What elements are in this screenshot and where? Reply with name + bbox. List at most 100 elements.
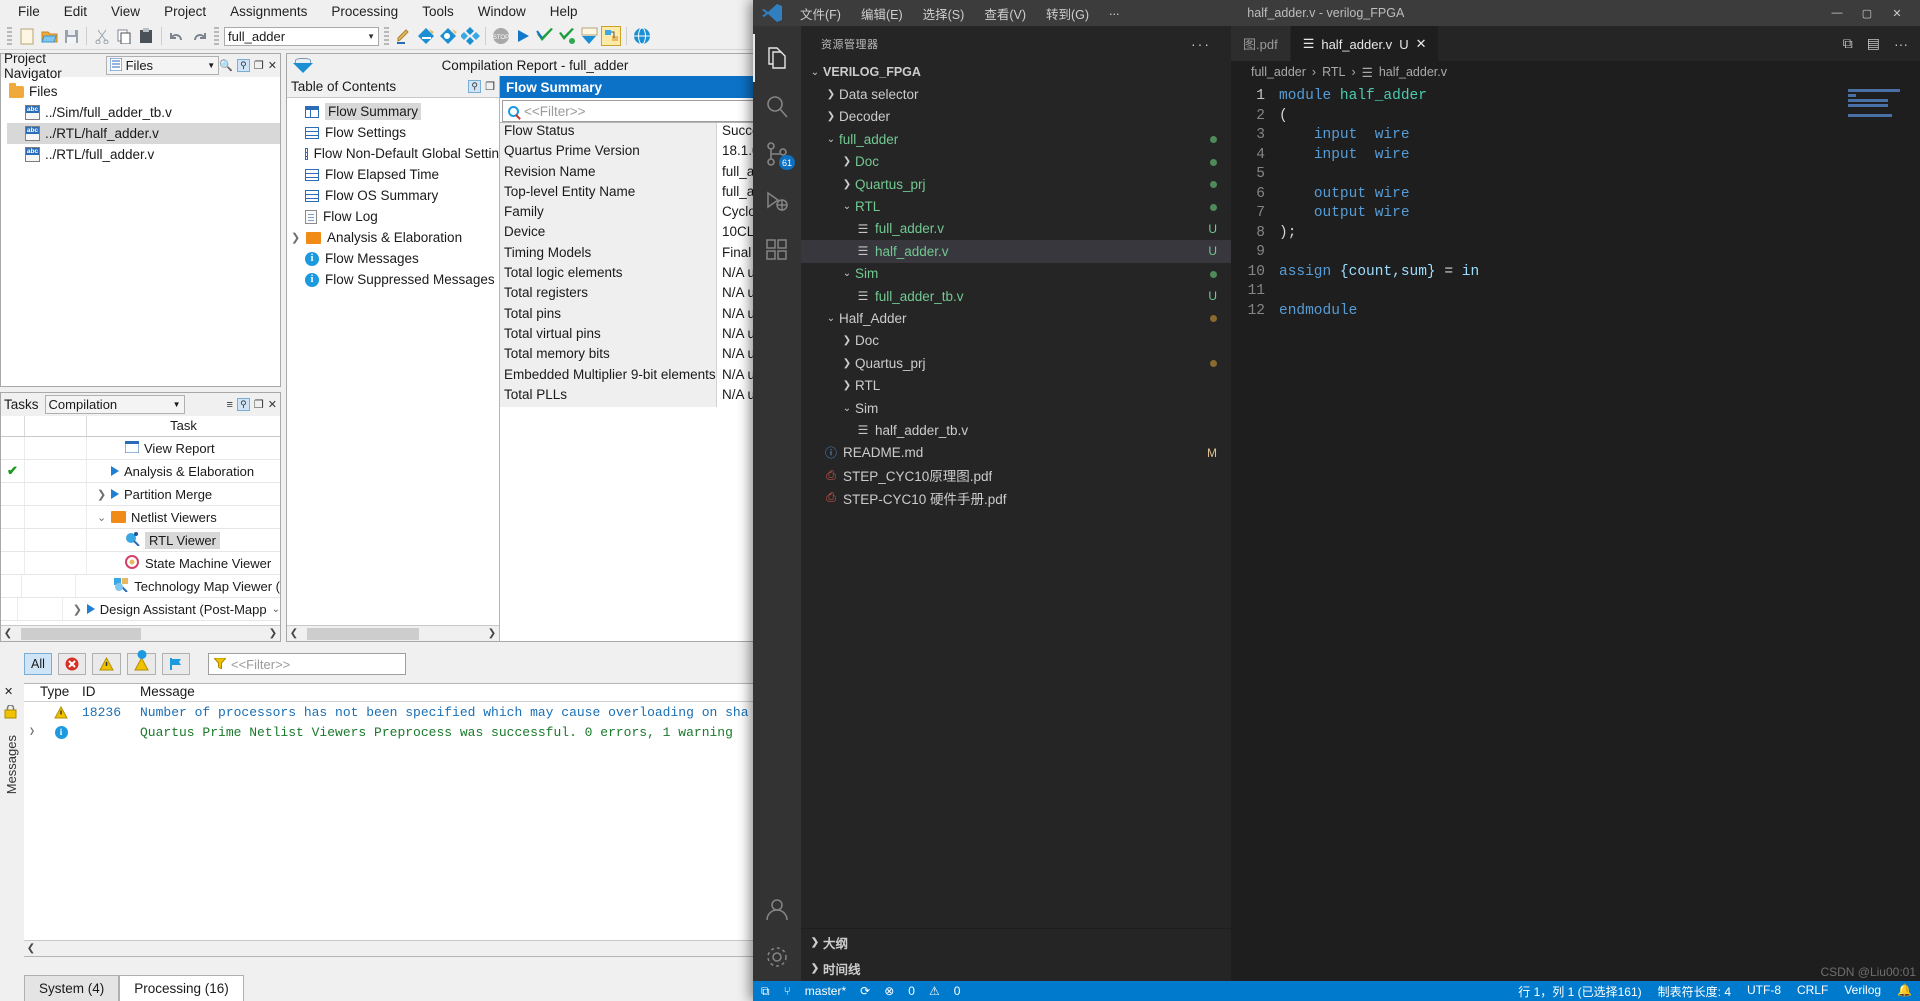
explorer-folder-rtl[interactable]: ⌄ RTL	[801, 195, 1231, 217]
explorer-folder-decoder[interactable]: ❯ Decoder	[801, 106, 1231, 128]
explorer-folder-doc[interactable]: ❯ Doc	[801, 151, 1231, 173]
encoding[interactable]: UTF-8	[1747, 983, 1781, 1000]
explorer-file-hardware-manual-pdf[interactable]: ⎙ STEP-CYC10 硬件手册.pdf	[801, 486, 1231, 508]
close-icon[interactable]: ✕	[268, 398, 277, 411]
chevron-down-icon[interactable]: ⌄	[823, 134, 839, 145]
menu-edit-cn[interactable]: 编辑(E)	[852, 2, 912, 25]
git-branch-label[interactable]: master*	[805, 984, 846, 998]
scroll-right-icon[interactable]: ❯	[485, 628, 499, 639]
pin-icon[interactable]: ⚲	[468, 80, 482, 93]
toc-item-flow-non-default-global-settings[interactable]: Flow Non-Default Global Settin	[287, 143, 499, 164]
menu-file-cn[interactable]: 文件(F)	[791, 2, 850, 25]
toolbar-grip-3[interactable]	[384, 27, 389, 45]
open-folder-icon[interactable]	[39, 26, 59, 46]
start-analysis-elaboration-icon[interactable]	[557, 26, 577, 46]
close-icon[interactable]: ✕	[1416, 36, 1427, 52]
source-control-icon[interactable]: 61	[753, 130, 801, 178]
maximize-icon[interactable]: ❐	[485, 80, 495, 93]
rtl-viewer-icon[interactable]	[601, 26, 621, 46]
chevron-right-icon[interactable]: ❯	[97, 488, 106, 501]
toc-item-flow-log[interactable]: Flow Log	[287, 206, 499, 227]
explorer-file-schematic-pdf[interactable]: ⎙ STEP_CYC10原理图.pdf	[801, 464, 1231, 486]
pin-icon[interactable]: ⚲	[236, 59, 250, 72]
toolbar-grip-2[interactable]	[214, 27, 219, 45]
explorer-folder-half-adder[interactable]: ⌄ Half_Adder	[801, 307, 1231, 329]
chevron-down-icon[interactable]: ⌄	[839, 403, 855, 414]
list-icon[interactable]: ≡	[226, 399, 232, 411]
problems-count[interactable]: 0	[908, 984, 915, 998]
task-row[interactable]: ❯ Partition Merge	[1, 483, 280, 506]
task-row[interactable]: View Report	[1, 437, 280, 460]
maximize-icon[interactable]: ❐	[254, 398, 264, 411]
scroll-left-icon[interactable]: ❮	[287, 628, 301, 639]
project-file-item[interactable]: ../RTL/full_adder.v	[7, 144, 280, 165]
task-row-selected[interactable]: RTL Viewer	[1, 529, 280, 552]
warnings-icon[interactable]: ⚠	[929, 984, 940, 998]
breadcrumb-item-2[interactable]: half_adder.v	[1379, 65, 1447, 79]
project-file-item-selected[interactable]: ../RTL/half_adder.v	[7, 123, 280, 144]
explorer-folder-quartus-prj-2[interactable]: ❯ Quartus_prj	[801, 352, 1231, 374]
chevron-down-icon[interactable]: ⌄	[839, 268, 855, 279]
chevron-right-icon[interactable]: ❯	[823, 89, 839, 100]
code-text[interactable]: module half_adder ( input wire input wire…	[1275, 83, 1920, 981]
stop-icon[interactable]: STOP	[491, 26, 511, 46]
scroll-down-icon[interactable]: ⌄	[272, 604, 280, 615]
settings-pencil-icon[interactable]	[394, 26, 414, 46]
close-icon[interactable]: ✕	[4, 685, 13, 698]
explorer-folder-doc-2[interactable]: ❯ Doc	[801, 330, 1231, 352]
menu-processing[interactable]: Processing	[319, 2, 410, 21]
paste-icon[interactable]	[136, 26, 156, 46]
menu-window[interactable]: Window	[466, 2, 538, 21]
assignment-editor-icon[interactable]	[416, 26, 436, 46]
task-row[interactable]: ✔ Analysis & Elaboration	[1, 460, 280, 483]
menu-file[interactable]: File	[6, 2, 52, 21]
analysis-synthesis-icon[interactable]	[535, 26, 555, 46]
explorer-folder-data-selector[interactable]: ❯ Data selector	[801, 83, 1231, 105]
minimize-icon[interactable]: —	[1822, 7, 1852, 20]
close-icon[interactable]: ✕	[268, 59, 277, 72]
tab-size[interactable]: 制表符长度: 4	[1658, 983, 1731, 1000]
toolbar-grip[interactable]	[7, 27, 12, 45]
chevron-down-icon[interactable]: ⌄	[97, 511, 106, 524]
chevron-right-icon[interactable]: ❯	[839, 358, 855, 369]
toc-item-flow-settings[interactable]: Flow Settings	[287, 122, 499, 143]
start-compilation-icon[interactable]	[513, 26, 533, 46]
toc-item-flow-summary[interactable]: Flow Summary	[287, 101, 499, 122]
tasks-hscrollbar[interactable]: ❮ ❯	[1, 625, 280, 641]
more-actions-icon[interactable]: ···	[1894, 36, 1908, 52]
editor-vscrollbar[interactable]	[1906, 83, 1920, 981]
menu-overflow[interactable]: ...	[1100, 2, 1128, 25]
programmer-icon[interactable]	[579, 26, 599, 46]
outline-section[interactable]: ❯ 大纲	[801, 929, 1231, 955]
cursor-position[interactable]: 行 1，列 1 (已选择161)	[1518, 983, 1641, 1000]
toc-item-analysis-elaboration[interactable]: ❯ Analysis & Elaboration	[287, 227, 499, 248]
problems-icon[interactable]: ⊗	[884, 984, 894, 998]
editor-tab-half-adder-v[interactable]: ☰ half_adder.v U ✕	[1290, 26, 1440, 61]
revision-combo[interactable]: full_adder ▼	[224, 26, 379, 46]
breadcrumb-item-1[interactable]: RTL	[1322, 65, 1345, 79]
scroll-left-icon[interactable]: ❮	[24, 943, 38, 954]
menu-help[interactable]: Help	[538, 2, 590, 21]
menu-view[interactable]: View	[99, 2, 152, 21]
filter-flag-button[interactable]	[162, 653, 190, 675]
explorer-folder-sim-2[interactable]: ⌄ Sim	[801, 397, 1231, 419]
task-row[interactable]: ❯ Design Assistant (Post-Mapp ⌄	[1, 598, 280, 621]
language-mode[interactable]: Verilog	[1844, 983, 1881, 1000]
chevron-down-icon[interactable]: ⌄	[807, 67, 823, 78]
toc-item-flow-os-summary[interactable]: Flow OS Summary	[287, 185, 499, 206]
tasks-flow-selector[interactable]: Compilation ▼	[44, 395, 185, 414]
sync-icon[interactable]: ⟳	[860, 984, 870, 998]
toc-hscrollbar[interactable]: ❮ ❯	[287, 625, 499, 641]
toc-item-flow-messages[interactable]: i Flow Messages	[287, 248, 499, 269]
copy-icon[interactable]	[114, 26, 134, 46]
undo-icon[interactable]	[167, 26, 187, 46]
redo-icon[interactable]	[189, 26, 209, 46]
explorer-file-half-adder-v[interactable]: ☰ half_adder.v U	[801, 240, 1231, 263]
account-icon[interactable]	[753, 885, 801, 933]
explorer-root-row[interactable]: ⌄ VERILOG_FPGA	[801, 61, 1231, 83]
run-debug-icon[interactable]	[753, 178, 801, 226]
menu-goto-cn[interactable]: 转到(G)	[1037, 2, 1098, 25]
explorer-file-full-adder-tb-v[interactable]: ☰ full_adder_tb.v U	[801, 285, 1231, 307]
chevron-right-icon[interactable]: ❯	[823, 111, 839, 122]
chevron-down-icon[interactable]: ⌄	[839, 201, 855, 212]
